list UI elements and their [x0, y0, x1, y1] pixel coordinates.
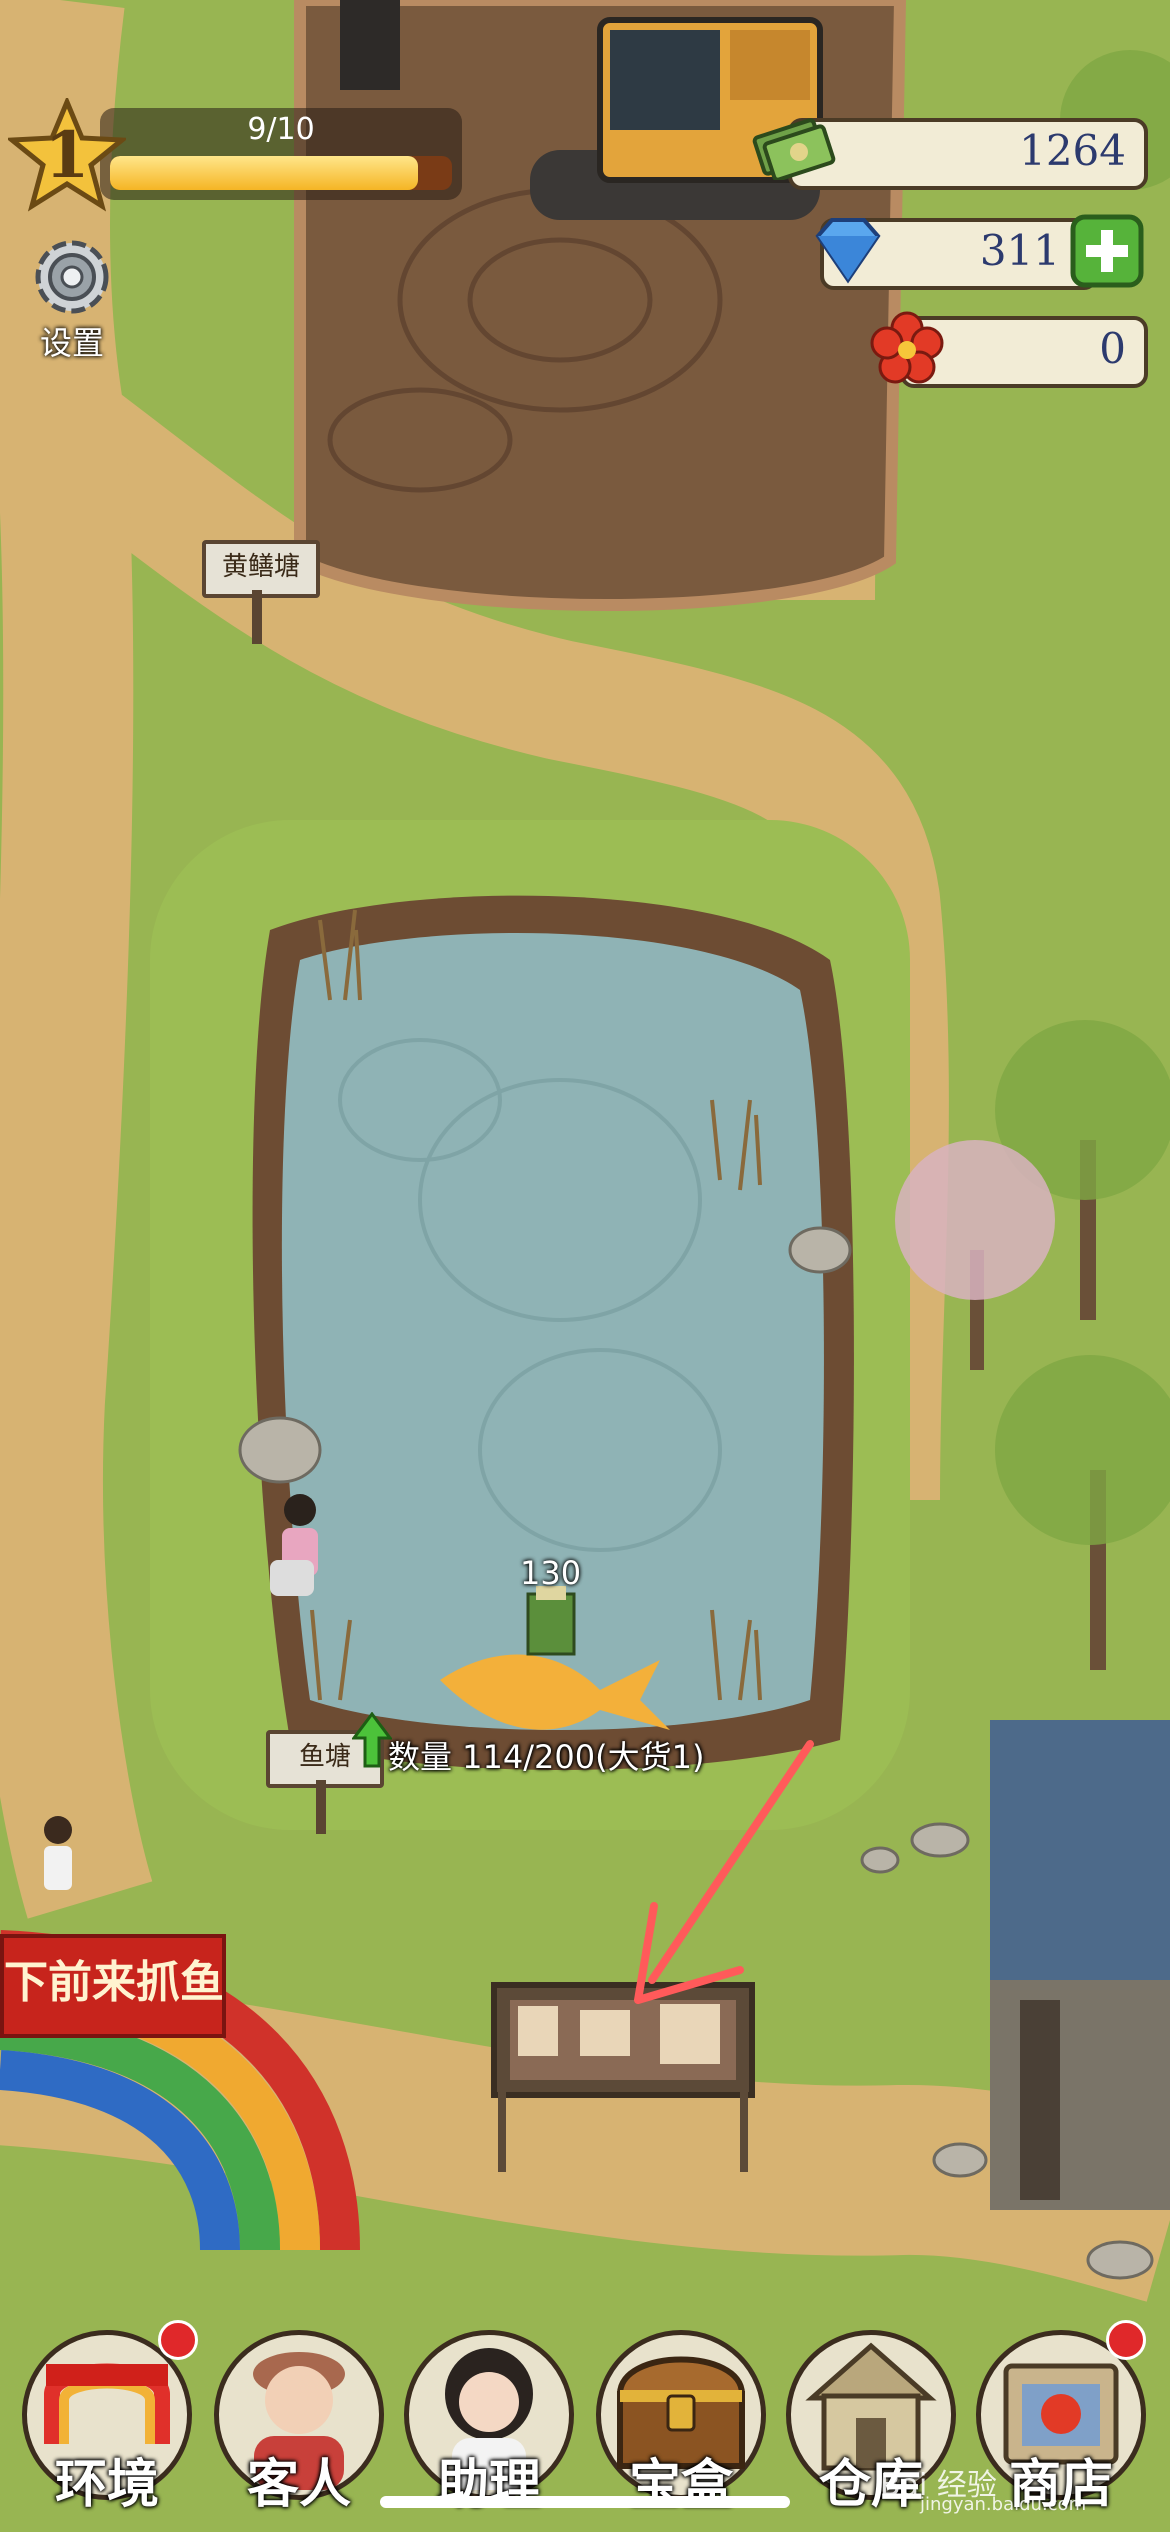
- settings-label[interactable]: 设置: [20, 318, 124, 364]
- settings-gear-icon[interactable]: [28, 232, 116, 322]
- collect-money-amount[interactable]: 130: [520, 1554, 581, 1592]
- nav-shop[interactable]: 商店: [976, 2320, 1146, 2515]
- diamond-icon: [815, 218, 881, 284]
- pond-fish-count: 数量 114/200(大货1): [388, 1738, 705, 1776]
- flower-amount: 0: [1099, 324, 1126, 373]
- bulletin-board[interactable]: [494, 1985, 752, 2175]
- catch-fish-banner: 下前来抓鱼: [0, 1934, 226, 2038]
- xp-text: 9/10: [247, 112, 315, 147]
- eel-pond-sign-post: [252, 590, 262, 644]
- nav-treasure-box[interactable]: 宝盒: [596, 2330, 766, 2515]
- nav-environment[interactable]: 环境: [22, 2320, 198, 2515]
- home-indicator[interactable]: [380, 2496, 790, 2508]
- nav-customers-label: 客人: [246, 2455, 351, 2515]
- fish-pond-sign-post: [316, 1780, 326, 1834]
- nav-environment-label: 环境: [54, 2455, 159, 2515]
- nav-environment-badge: [158, 2320, 198, 2360]
- level-number: 1: [44, 118, 90, 193]
- nav-assistant[interactable]: 助理: [404, 2330, 574, 2515]
- upgrade-arrow-icon: [352, 1712, 392, 1768]
- xp-progress-track: [110, 156, 452, 190]
- xp-progress-fill: [110, 156, 418, 190]
- nav-customers[interactable]: 客人: [214, 2330, 384, 2515]
- nav-shop-badge: [1106, 2320, 1146, 2360]
- add-diamonds-button[interactable]: [1070, 214, 1144, 288]
- watermark-url: jingyan.baidu.com: [920, 2494, 1087, 2515]
- cash-amount: 1264: [1019, 126, 1126, 175]
- red-flower-icon: [870, 311, 944, 384]
- environment-gate-icon: [44, 2363, 170, 2444]
- cash-icon: [752, 118, 836, 180]
